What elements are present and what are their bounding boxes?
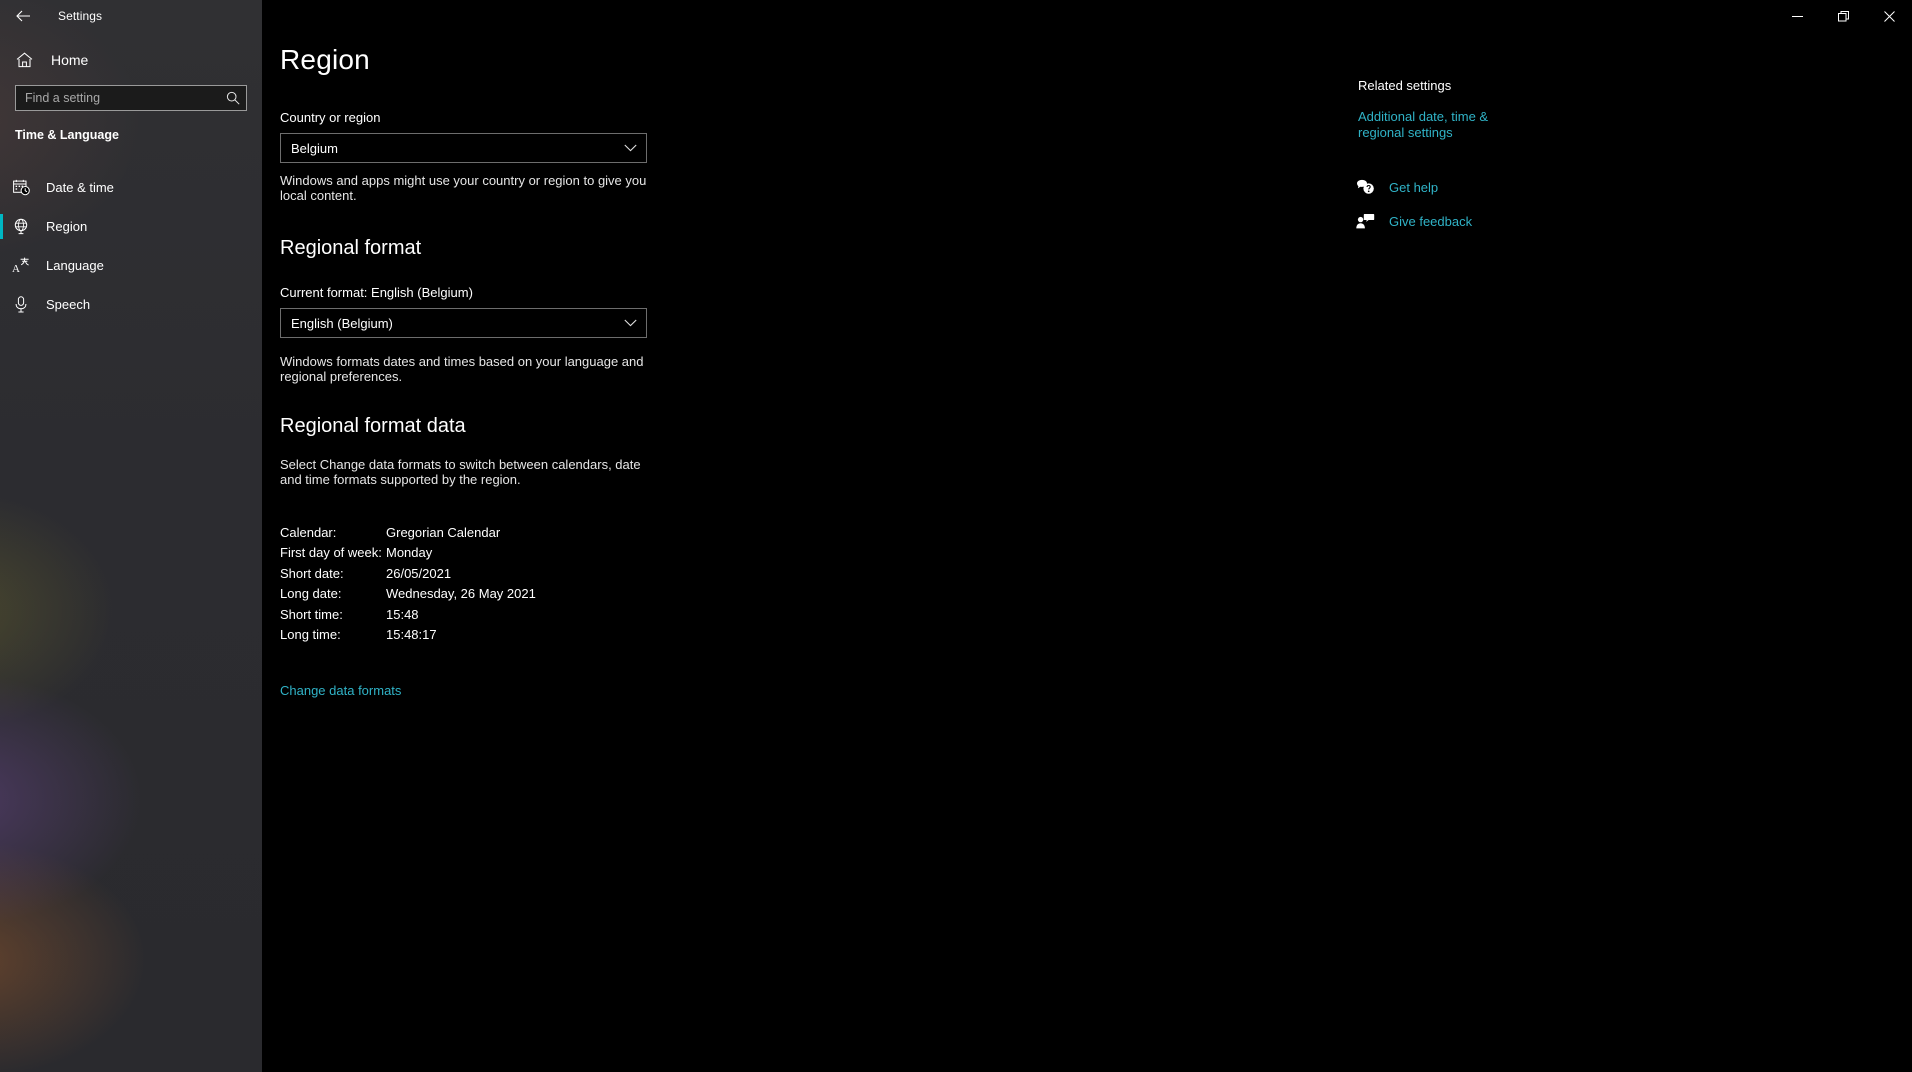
search-input[interactable]: [16, 86, 220, 110]
sidebar-item-speech[interactable]: Speech: [0, 285, 262, 324]
regional-format-description: Windows formats dates and times based on…: [280, 354, 644, 385]
table-row: Short date: 26/05/2021: [280, 563, 536, 584]
search-icon[interactable]: [220, 91, 246, 105]
sidebar-item-label: Language: [46, 258, 104, 273]
svg-text:A: A: [12, 263, 20, 274]
country-dropdown[interactable]: Belgium: [280, 133, 647, 163]
sidebar-item-language[interactable]: A Language: [0, 246, 262, 285]
row-value: Wednesday, 26 May 2021: [386, 586, 536, 602]
sidebar-item-date-time[interactable]: Date & time: [0, 168, 262, 207]
microphone-icon: [10, 296, 32, 313]
change-data-formats-link[interactable]: Change data formats: [280, 683, 401, 698]
related-settings-panel: Related settings Additional date, time &…: [1358, 78, 1658, 140]
table-row: Short time: 15:48: [280, 604, 536, 625]
table-row: Calendar: Gregorian Calendar: [280, 522, 536, 543]
related-settings-heading: Related settings: [1358, 78, 1452, 93]
sidebar-acrylic-background: [0, 0, 262, 1072]
country-value: Belgium: [291, 140, 338, 156]
row-key: Long time:: [280, 627, 341, 643]
change-data-formats-link-wrap: Change data formats: [280, 682, 401, 700]
title-bar: Settings: [0, 0, 1912, 32]
sidebar-nav: Date & time Region A Language Speech: [0, 168, 262, 324]
chevron-down-icon: [624, 144, 637, 152]
settings-window: Settings Home Find a setting Time & Lang…: [0, 0, 1912, 1072]
page-title: Region: [280, 44, 370, 75]
feedback-person-icon: [1354, 213, 1376, 229]
window-title: Settings: [58, 9, 103, 23]
selection-indicator: [0, 214, 3, 239]
row-key: Long date:: [280, 586, 342, 602]
row-key: Short date:: [280, 565, 344, 581]
help-bubble-icon: [1354, 179, 1376, 195]
sidebar-item-home[interactable]: Home: [0, 46, 262, 74]
restore-icon: [1837, 10, 1849, 21]
regional-format-value: English (Belgium): [291, 315, 393, 331]
get-help-link[interactable]: Get help: [1389, 180, 1438, 195]
country-description: Windows and apps might use your country …: [280, 173, 647, 204]
sidebar-item-label: Region: [46, 219, 88, 234]
country-label: Country or region: [280, 110, 381, 125]
row-value: Monday: [386, 545, 433, 561]
globe-icon: [10, 218, 32, 235]
regional-format-heading: Regional format: [280, 237, 422, 259]
row-value: 15:48:17: [386, 627, 437, 643]
table-row: Long time: 15:48:17: [280, 625, 536, 646]
close-icon: [1883, 10, 1895, 22]
give-feedback-item[interactable]: Give feedback: [1354, 204, 1654, 238]
current-format-label: Current format: English (Belgium): [280, 285, 473, 300]
search-box[interactable]: [15, 85, 247, 111]
regional-format-data-table: Calendar: Gregorian Calendar First day o…: [280, 522, 536, 645]
chevron-down-icon: [624, 319, 637, 327]
row-value: 26/05/2021: [386, 565, 452, 581]
table-row: Long date: Wednesday, 26 May 2021: [280, 584, 536, 605]
regional-format-data-heading: Regional format data: [280, 415, 466, 437]
language-icon: A: [10, 257, 32, 274]
sidebar-item-label: Date & time: [46, 180, 114, 195]
close-button[interactable]: [1866, 0, 1912, 32]
additional-settings-link[interactable]: Additional date, time & regional setting…: [1358, 109, 1533, 140]
window-controls: [1774, 0, 1912, 32]
home-icon: [14, 52, 34, 68]
restore-button[interactable]: [1820, 0, 1866, 32]
back-arrow-icon: [16, 10, 30, 22]
calendar-clock-icon: [10, 179, 32, 196]
home-label: Home: [51, 52, 89, 68]
get-help-item[interactable]: Get help: [1354, 170, 1654, 204]
sidebar-item-label: Speech: [46, 297, 91, 312]
back-button[interactable]: [0, 0, 47, 32]
row-key: Calendar:: [280, 524, 337, 540]
minimize-icon: [1791, 15, 1803, 17]
row-value: 15:48: [386, 606, 419, 622]
regional-format-dropdown[interactable]: English (Belgium): [280, 308, 647, 338]
regional-format-data-description: Select Change data formats to switch bet…: [280, 457, 641, 488]
give-feedback-link[interactable]: Give feedback: [1389, 214, 1472, 229]
minimize-button[interactable]: [1774, 0, 1820, 32]
table-row: First day of week: Monday: [280, 543, 536, 564]
sidebar-item-region[interactable]: Region: [0, 207, 262, 246]
row-key: Short time:: [280, 606, 343, 622]
main-content: Region Country or region Belgium Windows…: [262, 0, 1912, 1072]
row-value: Gregorian Calendar: [386, 524, 501, 540]
help-links: Get help Give feedback: [1354, 170, 1654, 238]
sidebar: Home Time & Language: [0, 0, 262, 1072]
sidebar-category-title: Time & Language: [15, 128, 119, 142]
row-key: First day of week:: [280, 545, 382, 561]
